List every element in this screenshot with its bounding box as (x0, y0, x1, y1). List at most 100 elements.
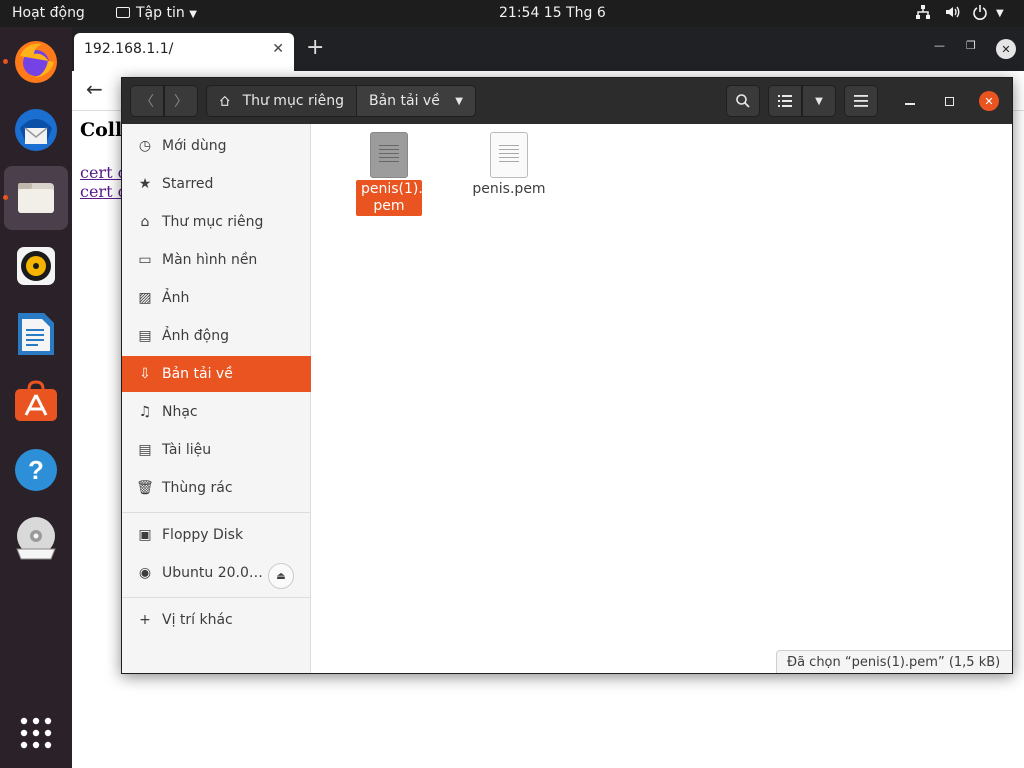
firefox-icon (15, 41, 57, 83)
files-window: 〈 〉 Thư mục riêng Bản tải về ▼ ▼ ✕ ◷ Mới … (121, 77, 1013, 674)
back-arrow-icon[interactable]: ← (86, 77, 103, 101)
files-headerbar: 〈 〉 Thư mục riêng Bản tải về ▼ ▼ ✕ (122, 78, 1012, 124)
file-item[interactable]: penis.pem (449, 132, 569, 199)
power-icon[interactable] (972, 0, 988, 27)
dock-writer[interactable] (4, 302, 68, 366)
sidebar-item-other-locations[interactable]: + Vị trí khác (122, 602, 311, 638)
back-button[interactable]: 〈 (130, 85, 164, 117)
svg-text:?: ? (28, 455, 44, 485)
sidebar-item-pictures[interactable]: ▨ Ảnh (122, 280, 311, 316)
browser-tab-bar: 192.168.1.1/ ✕ + — ❐ ✕ (72, 27, 1024, 71)
volume-icon[interactable] (944, 0, 960, 27)
close-tab-icon[interactable]: ✕ (272, 41, 284, 57)
show-applications-button[interactable] (20, 717, 52, 749)
star-icon: ★ (138, 176, 152, 192)
sidebar-item-downloads[interactable]: ⇩ Bản tải về (122, 356, 311, 392)
eject-icon[interactable]: ⏏ (268, 563, 294, 589)
sidebar-item-videos[interactable]: ▤ Ảnh động (122, 318, 311, 354)
dock-thunderbird[interactable] (4, 98, 68, 162)
dock-firefox[interactable] (3, 30, 68, 94)
chevron-down-icon: ▼ (815, 95, 823, 107)
running-indicator (3, 59, 8, 64)
sidebar-item-label: Thùng rác (162, 480, 233, 496)
sidebar-item-ubuntu-disc[interactable]: ◉ Ubuntu 20.0… ⏏ (122, 555, 311, 591)
sidebar-item-label: Floppy Disk (162, 527, 244, 543)
sidebar-item-desktop[interactable]: ▭ Màn hình nền (122, 242, 311, 278)
files-sidebar: ◷ Mới dùng ★ Starred ⌂ Thư mục riêng ▭ Màn h… (122, 124, 311, 673)
sidebar-item-label: Starred (162, 176, 214, 192)
browser-tab[interactable]: 192.168.1.1/ ✕ (74, 33, 294, 71)
browser-close-button[interactable]: ✕ (996, 39, 1016, 59)
home-icon: ⌂ (140, 214, 150, 230)
page-heading: Coll (80, 119, 123, 141)
dock-files[interactable] (3, 166, 68, 230)
sidebar-divider (122, 597, 311, 598)
sidebar-item-documents[interactable]: ▤ Tài liệu (122, 432, 311, 468)
app-menu[interactable]: Tập tin ▼ (116, 0, 197, 27)
thunderbird-icon (15, 109, 57, 151)
file-name: penis(1). pem (356, 180, 423, 216)
image-icon: ▨ (138, 290, 152, 306)
network-icon[interactable] (915, 0, 931, 27)
breadcrumb: Thư mục riêng Bản tải về ▼ (206, 85, 476, 117)
sidebar-item-floppy[interactable]: ▣ Floppy Disk (122, 517, 311, 553)
dock: ? (0, 27, 72, 768)
maximize-button[interactable] (935, 78, 963, 124)
software-center-icon (15, 380, 57, 421)
sidebar-item-label: Vị trí khác (162, 612, 233, 628)
dock-dvd[interactable] (4, 506, 68, 570)
breadcrumb-home[interactable]: Thư mục riêng (207, 86, 357, 116)
sidebar-item-starred[interactable]: ★ Starred (122, 166, 311, 202)
sidebar-item-label: Tài liệu (162, 442, 212, 458)
sidebar-item-home[interactable]: ⌂ Thư mục riêng (122, 204, 311, 240)
film-icon: ▤ (138, 328, 152, 344)
minimize-button[interactable] (896, 78, 924, 124)
view-list-button[interactable] (768, 85, 802, 117)
view-options-button[interactable]: ▼ (802, 85, 836, 117)
clock-icon: ◷ (138, 138, 152, 154)
desktop-icon: ▭ (138, 252, 152, 268)
sidebar-item-recent[interactable]: ◷ Mới dùng (122, 128, 311, 164)
file-item[interactable]: penis(1). pem (329, 132, 449, 216)
system-menu-arrow-icon[interactable]: ▼ (996, 0, 1004, 27)
sidebar-item-music[interactable]: ♫ Nhạc (122, 394, 311, 430)
minimize-icon[interactable]: — (934, 39, 945, 52)
search-button[interactable] (726, 85, 760, 117)
breadcrumb-home-label: Thư mục riêng (242, 93, 344, 109)
floppy-icon: ▣ (138, 527, 152, 543)
sidebar-item-label: Màn hình nền (162, 252, 258, 268)
menu-button[interactable] (844, 85, 878, 117)
files-view[interactable]: penis(1). pem penis.pem (312, 124, 1012, 673)
folder-icon (116, 7, 130, 18)
file-name: penis.pem (472, 181, 546, 197)
maximize-icon (944, 96, 954, 106)
files-icon (18, 183, 54, 213)
libreoffice-writer-icon (18, 313, 54, 355)
sidebar-item-label: Mới dùng (162, 138, 227, 154)
download-icon: ⇩ (139, 366, 151, 382)
dock-help[interactable]: ? (4, 438, 68, 502)
disc-icon: ◉ (138, 565, 152, 581)
dock-software[interactable] (4, 370, 68, 434)
breadcrumb-current[interactable]: Bản tải về ▼ (357, 86, 475, 116)
dock-rhythmbox[interactable] (4, 234, 68, 298)
list-view-icon (778, 95, 792, 107)
sidebar-item-trash[interactable]: 🗑 Thùng rác (122, 470, 311, 506)
running-indicator (3, 195, 8, 200)
page-link[interactable]: cert c (80, 163, 127, 182)
trash-icon: 🗑 (136, 480, 154, 496)
chevron-left-icon: 〈 (140, 94, 154, 110)
plus-icon: + (139, 612, 151, 628)
forward-button[interactable]: 〉 (164, 85, 198, 117)
close-icon: ✕ (984, 94, 994, 108)
chevron-down-icon: ▼ (189, 9, 197, 20)
close-button[interactable]: ✕ (979, 91, 999, 111)
activities-button[interactable]: Hoạt động (12, 0, 85, 27)
sidebar-item-label: Ubuntu 20.0… (162, 565, 263, 581)
restore-icon[interactable]: ❐ (966, 39, 976, 52)
minimize-icon (905, 103, 915, 105)
tab-title: 192.168.1.1/ (84, 41, 174, 57)
page-link[interactable]: cert c (80, 182, 127, 201)
new-tab-button[interactable]: + (306, 35, 324, 61)
clock[interactable]: 21:54 15 Thg 6 (499, 0, 606, 27)
